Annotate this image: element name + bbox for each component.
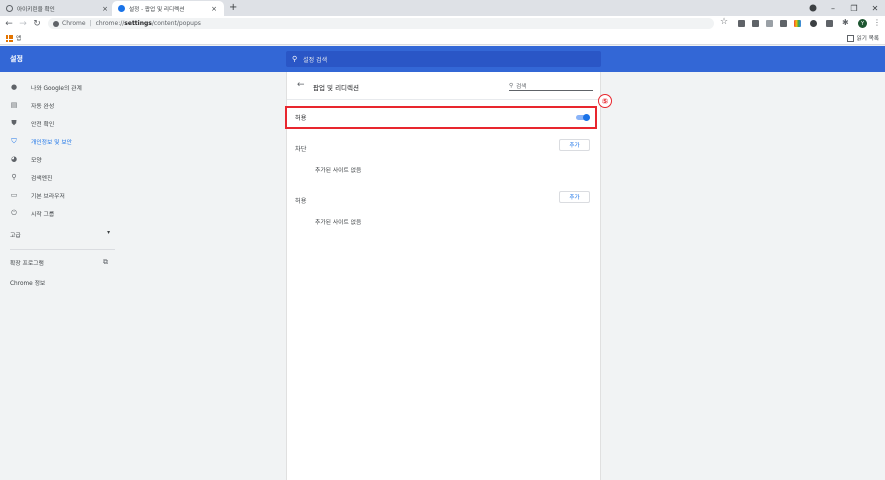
add-blocked-site-button[interactable]: 추가 [559,139,590,151]
minimize-button[interactable]: – [824,0,842,16]
address-bar[interactable]: Chrome | chrome://settings/content/popup… [48,18,714,29]
power-icon: ⏻ [11,208,17,217]
tab-active[interactable]: 설정 - 팝업 및 리디렉션 × [112,1,224,16]
sidebar-item-label: 검색엔진 [31,175,53,182]
sidebar-item-label: 안전 확인 [31,121,55,128]
reading-list-button[interactable]: 읽기 목록 [846,34,879,42]
shield-icon: ⛊ [11,118,17,127]
shield-lock-icon: ⛉ [11,136,17,145]
page-title: 설정 [10,55,23,63]
search-icon: ⚲ [292,55,298,63]
sidebar-item-label: 나와 Google의 관계 [31,85,82,92]
apps-shortcut[interactable]: 앱 [6,34,21,42]
scheme-label: Chrome [62,20,86,27]
new-tab-button[interactable]: + [229,2,237,14]
reading-list-label: 읽기 목록 [856,36,879,42]
extension-icon[interactable] [738,20,745,27]
back-button[interactable]: ← [3,17,15,30]
settings-sidebar: ● 나와 Google의 관계 ▤ 자동 완성 ⛊ 안전 확인 ⛉ 개인정보 및… [0,72,120,480]
chevron-down-icon: ▾ [107,230,110,236]
sidebar-item-about-chrome[interactable]: Chrome 정보 [10,278,45,287]
tab-title: 아이키린을 확인 [17,6,55,13]
bookmark-star-icon[interactable]: ☆ [720,17,728,27]
annotation-marker: ⑤ [598,94,612,108]
avatar[interactable]: Y [858,19,867,28]
person-icon: ● [10,83,18,91]
browser-icon: ▭ [10,191,18,199]
block-section-label: 차단 [295,146,307,153]
sidebar-item-on-startup[interactable]: ⏻ 시작 그룹 [0,204,120,222]
sidebar-item-label: 자동 완성 [31,103,55,110]
sidebar-item-label: 기본 브라우저 [31,193,65,200]
sidebar-item-extensions[interactable]: 확장 프로그램 ⧉ [10,258,108,267]
extension-icon[interactable] [810,20,817,27]
sidebar-item-label: 시작 그룹 [31,211,55,218]
card-header: ← 팝업 및 리디렉션 ⚲ 검색 [287,72,602,100]
sidebar-advanced-toggle[interactable]: 고급 ▾ [10,230,110,239]
sidebar-item-default-browser[interactable]: ▭ 기본 브라우저 [0,186,120,204]
close-tab-icon[interactable]: × [101,5,109,13]
open-in-new-icon: ⧉ [103,258,108,266]
sidebar-item-autofill[interactable]: ▤ 자동 완성 [0,96,120,114]
allow-section-label: 허용 [295,198,307,205]
tab-title: 설정 - 팝업 및 리디렉션 [129,6,185,13]
sidebar-item-search-engine[interactable]: ⚲ 검색엔진 [0,168,120,186]
add-allowed-site-button[interactable]: 추가 [559,191,590,203]
bookmarks-bar: 앱 읽기 목록 [0,31,885,45]
sidebar-item-label: 모양 [31,157,42,164]
clipboard-icon: ▤ [10,101,18,109]
reading-list-icon [846,34,854,42]
subpage-search-input[interactable]: ⚲ 검색 [509,81,593,91]
chrome-icon [53,20,59,27]
url-prefix: chrome:// [95,20,125,27]
annotation-highlight-box [285,106,597,129]
browser-toolbar: ← → ↻ Chrome | chrome://settings/content… [0,16,885,31]
maximize-button[interactable]: ❐ [845,0,863,16]
sidebar-item-appearance[interactable]: ◕ 모양 [0,150,120,168]
separator: | [89,20,92,27]
extension-icon[interactable] [826,20,833,27]
sidebar-item-you-and-google[interactable]: ● 나와 Google의 관계 [0,78,120,96]
block-empty-text: 추가된 사이트 없음 [315,168,362,174]
kebab-menu-icon[interactable]: ⋮ [873,18,881,27]
gear-icon [118,5,125,12]
search-icon: ⚲ [509,82,514,89]
extension-icon[interactable] [794,20,801,27]
subpage-search-placeholder: 검색 [516,83,527,90]
close-window-button[interactable]: ✕ [866,0,884,16]
globe-icon [6,5,13,12]
sidebar-item-safety-check[interactable]: ⛊ 안전 확인 [0,114,120,132]
settings-header: 설정 ⚲ 설정 검색 [0,46,885,72]
reload-button[interactable]: ↻ [31,17,43,30]
extension-icon[interactable] [766,20,773,27]
tab-strip: 아이키린을 확인 × 설정 - 팝업 및 리디렉션 × + – ❐ ✕ [0,0,885,16]
advanced-label: 고급 [10,233,21,239]
tab-inactive[interactable]: 아이키린을 확인 × [0,1,115,16]
extension-icon[interactable] [752,20,759,27]
search-icon: ⚲ [11,173,17,181]
close-tab-icon[interactable]: × [210,5,218,13]
apps-label: 앱 [16,36,22,42]
url-bold: settings [124,20,152,27]
search-placeholder: 설정 검색 [303,56,328,64]
back-arrow-icon[interactable]: ← [297,80,305,90]
profile-menu-icon[interactable] [806,0,820,16]
allow-empty-text: 추가된 사이트 없음 [315,220,362,226]
extensions-label: 확장 프로그램 [10,261,44,267]
popups-settings-card: ← 팝업 및 리디렉션 ⚲ 검색 허용 차단 추가 추가된 사이트 없음 허용 … [286,72,602,480]
divider [10,249,115,250]
forward-button[interactable]: → [17,17,29,30]
extension-icon[interactable] [780,20,787,27]
palette-icon: ◕ [10,155,18,163]
puzzle-icon[interactable]: ✱ [842,18,849,27]
sidebar-item-privacy[interactable]: ⛉ 개인정보 및 보안 [0,132,120,150]
apps-grid-icon [6,34,13,42]
settings-search-input[interactable]: ⚲ 설정 검색 [286,51,601,67]
subpage-title: 팝업 및 리디렉션 [313,84,359,92]
sidebar-item-label: 개인정보 및 보안 [31,139,73,146]
url-suffix: /content/popups [151,20,201,27]
